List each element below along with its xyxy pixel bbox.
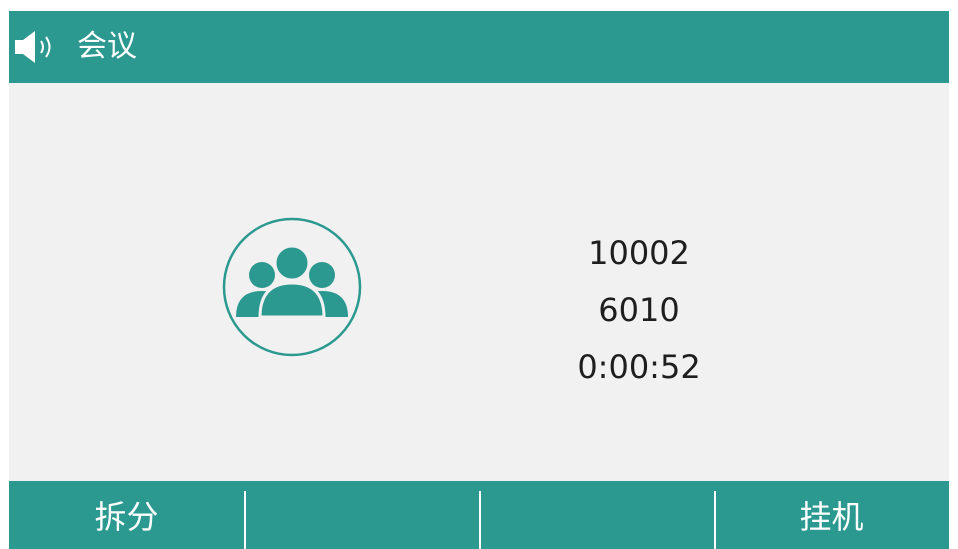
speaker-volume-icon [15, 31, 51, 63]
call-info: 10002 6010 0:00:52 [509, 225, 769, 396]
call-duration: 0:00:52 [577, 348, 701, 386]
caller-number: 10002 [588, 234, 690, 272]
caller-extension: 6010 [598, 291, 680, 329]
status-header: 会议 [9, 11, 949, 83]
split-softkey[interactable]: 拆分 [9, 481, 244, 549]
softkey-3[interactable] [479, 481, 714, 549]
conference-group-icon [222, 217, 362, 357]
softkey-bar: 拆分 挂机 [9, 481, 949, 549]
header-title: 会议 [77, 29, 137, 64]
phone-screen: 会议 10002 6010 0:00:52 拆分 挂机 [9, 11, 949, 549]
softkey-2[interactable] [244, 481, 479, 549]
hangup-softkey[interactable]: 挂机 [714, 481, 949, 549]
